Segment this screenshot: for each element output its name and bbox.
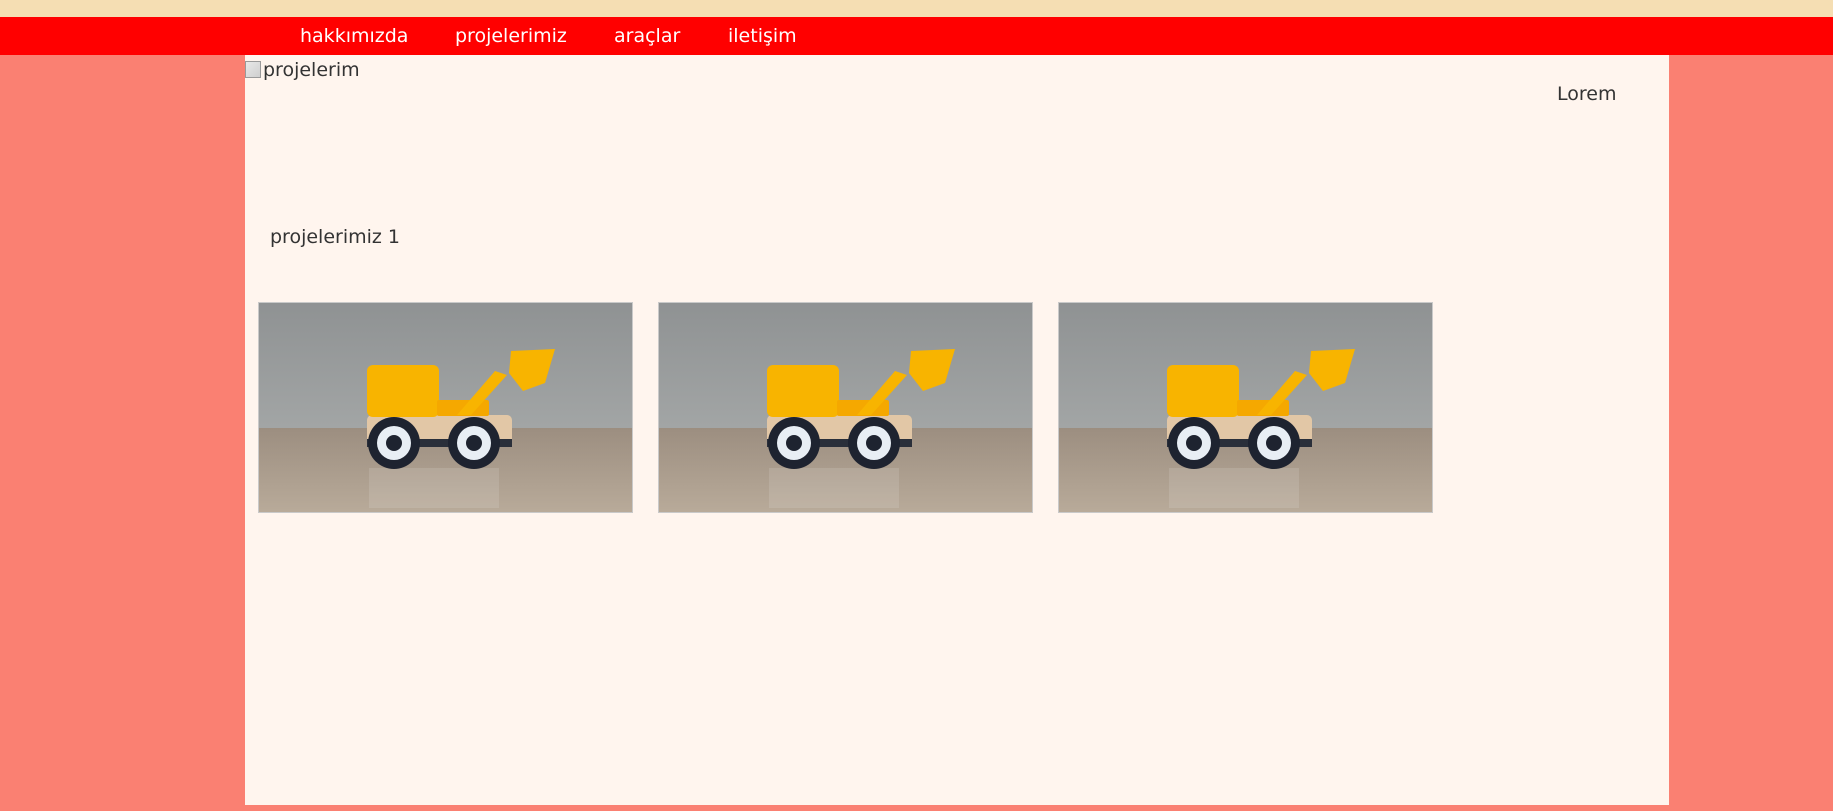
- top-strip: [0, 0, 1833, 17]
- section-title: projelerimiz 1: [270, 226, 400, 248]
- gallery-image-3[interactable]: [1058, 302, 1433, 513]
- gallery-image-2[interactable]: [658, 302, 1033, 513]
- bulldozer-image: [659, 303, 1032, 512]
- nav-link-projelerimiz[interactable]: projelerimiz: [455, 17, 567, 55]
- gallery-image-1[interactable]: [258, 302, 633, 513]
- main-navbar: hakkımızda projelerimiz araçlar iletişim: [0, 17, 1833, 55]
- nav-link-hakkimizda[interactable]: hakkımızda: [300, 17, 408, 55]
- header-image-broken: projelerim: [245, 59, 360, 81]
- side-text: Lorem: [1557, 83, 1617, 105]
- main-content: projelerim Lorem projelerimiz 1: [245, 55, 1669, 805]
- header-image-alt-text: projelerim: [263, 59, 360, 81]
- nav-link-araclar[interactable]: araçlar: [614, 17, 680, 55]
- broken-image-icon: [245, 61, 261, 78]
- nav-link-iletisim[interactable]: iletişim: [728, 17, 797, 55]
- bulldozer-image: [259, 303, 632, 512]
- bulldozer-image: [1059, 303, 1432, 512]
